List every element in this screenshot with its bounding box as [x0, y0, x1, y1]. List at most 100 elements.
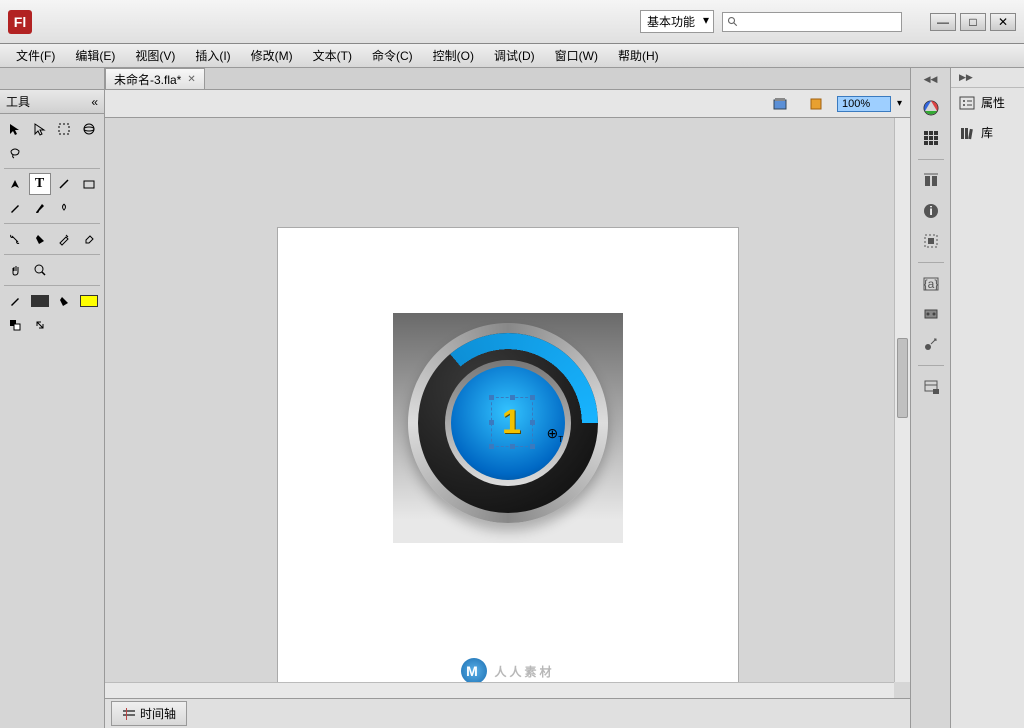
brush-tool[interactable]: [29, 197, 51, 219]
handle-tr[interactable]: [530, 395, 535, 400]
motion-presets-icon[interactable]: [916, 331, 946, 357]
menu-control[interactable]: 控制(O): [423, 44, 484, 67]
info-panel-icon[interactable]: i: [916, 198, 946, 224]
free-transform-tool[interactable]: [53, 118, 75, 140]
components-panel-icon[interactable]: [916, 301, 946, 327]
project-panel-icon[interactable]: [916, 374, 946, 400]
selection-tool[interactable]: [4, 118, 26, 140]
svg-text:i: i: [929, 204, 932, 218]
pen-tool[interactable]: [4, 173, 26, 195]
eyedropper-tool[interactable]: [53, 228, 75, 250]
close-button[interactable]: ✕: [990, 13, 1016, 31]
artwork: 1 ⊕T: [393, 313, 623, 543]
timeline-label: 时间轴: [140, 705, 176, 722]
properties-label: 属性: [981, 94, 1005, 111]
align-panel-icon[interactable]: [916, 168, 946, 194]
document-tab-bar: 未命名-3.fla* ✕: [105, 68, 910, 90]
watermark: M 人人素材: [460, 658, 554, 684]
scrollbar-thumb[interactable]: [897, 338, 908, 418]
workspace-selector[interactable]: 基本功能: [640, 10, 714, 33]
main-area: 工具 « T: [0, 68, 1024, 728]
menu-edit[interactable]: 编辑(E): [65, 44, 125, 67]
menu-insert[interactable]: 插入(I): [185, 44, 240, 67]
stage[interactable]: 1 ⊕T: [278, 228, 738, 688]
scene-icon[interactable]: [765, 91, 795, 117]
stroke-color[interactable]: [4, 290, 26, 312]
right-icon-column: ◀◀ i {a}: [910, 68, 950, 728]
zoom-tool[interactable]: [29, 259, 51, 281]
workspace-label: 基本功能: [647, 15, 695, 29]
menu-file[interactable]: 文件(F): [6, 44, 65, 67]
deco-tool[interactable]: [53, 197, 75, 219]
timeline-button[interactable]: 时间轴: [111, 701, 187, 726]
svg-text:{a}: {a}: [923, 277, 938, 291]
zoom-dropdown-icon[interactable]: ▾: [897, 98, 902, 109]
menu-commands[interactable]: 命令(C): [362, 44, 423, 67]
minimize-button[interactable]: —: [930, 13, 956, 31]
hand-tool[interactable]: [4, 259, 26, 281]
handle-ml[interactable]: [489, 420, 494, 425]
maximize-button[interactable]: □: [960, 13, 986, 31]
titlebar: Fl 基本功能 — □ ✕: [0, 0, 1024, 44]
handle-bl[interactable]: [489, 444, 494, 449]
menubar: 文件(F) 编辑(E) 视图(V) 插入(I) 修改(M) 文本(T) 命令(C…: [0, 44, 1024, 68]
expand-panels-icon[interactable]: ◀◀: [924, 74, 938, 85]
handle-bm[interactable]: [510, 444, 515, 449]
collapse-right-icon[interactable]: ▶▶: [951, 68, 1024, 88]
swap-colors-tool[interactable]: [29, 314, 51, 336]
document-area: 未命名-3.fla* ✕ ▾ 1: [105, 68, 910, 728]
text-content[interactable]: 1: [502, 403, 521, 442]
search-input[interactable]: [722, 12, 902, 32]
document-toolbar: ▾: [105, 90, 910, 118]
stage-scroll-area[interactable]: 1 ⊕T M 人人素材: [105, 118, 910, 698]
symbol-icon[interactable]: [801, 91, 831, 117]
properties-tab[interactable]: 属性: [951, 88, 1024, 118]
tools-panel-header[interactable]: 工具 «: [0, 90, 104, 114]
text-tool[interactable]: T: [29, 173, 51, 195]
handle-tm[interactable]: [510, 395, 515, 400]
bone-tool[interactable]: [4, 228, 26, 250]
fill-color[interactable]: [53, 290, 75, 312]
menu-text[interactable]: 文本(T): [303, 44, 362, 67]
document-tab-label: 未命名-3.fla*: [114, 71, 181, 88]
black-white-tool[interactable]: [4, 314, 26, 336]
swatches-panel-icon[interactable]: [916, 125, 946, 151]
lasso-tool[interactable]: [4, 142, 26, 164]
library-label: 库: [981, 124, 993, 141]
window-controls: — □ ✕: [930, 13, 1016, 31]
search-field[interactable]: [739, 16, 897, 28]
handle-tl[interactable]: [489, 395, 494, 400]
app-logo: Fl: [8, 10, 32, 34]
3d-rotation-tool[interactable]: [78, 118, 100, 140]
line-tool[interactable]: [53, 173, 75, 195]
library-tab[interactable]: 库: [951, 118, 1024, 148]
menu-window[interactable]: 窗口(W): [545, 44, 608, 67]
timeline-icon: [122, 708, 136, 720]
paint-bucket-tool[interactable]: [29, 228, 51, 250]
pencil-tool[interactable]: [4, 197, 26, 219]
horizontal-scrollbar[interactable]: [105, 682, 894, 698]
subselection-tool[interactable]: [29, 118, 51, 140]
vertical-scrollbar[interactable]: [894, 118, 910, 682]
menu-modify[interactable]: 修改(M): [241, 44, 303, 67]
fill-swatch[interactable]: [78, 290, 100, 312]
right-tabs-column: ▶▶ 属性 库: [950, 68, 1024, 728]
color-panel-icon[interactable]: [916, 95, 946, 121]
zoom-input[interactable]: [837, 96, 891, 112]
tab-close-icon[interactable]: ✕: [187, 74, 195, 85]
stroke-swatch[interactable]: [29, 290, 51, 312]
rectangle-tool[interactable]: [78, 173, 100, 195]
code-snippets-icon[interactable]: {a}: [916, 271, 946, 297]
tools-panel: 工具 « T: [0, 68, 105, 728]
text-selection-box[interactable]: 1: [491, 397, 533, 447]
document-tab[interactable]: 未命名-3.fla* ✕: [105, 68, 205, 89]
collapse-icon[interactable]: «: [91, 95, 98, 109]
eraser-tool[interactable]: [78, 228, 100, 250]
handle-br[interactable]: [530, 444, 535, 449]
menu-debug[interactable]: 调试(D): [484, 44, 545, 67]
handle-mr[interactable]: [530, 420, 535, 425]
transform-panel-icon[interactable]: [916, 228, 946, 254]
menu-view[interactable]: 视图(V): [125, 44, 185, 67]
search-icon: [727, 16, 739, 28]
menu-help[interactable]: 帮助(H): [608, 44, 669, 67]
